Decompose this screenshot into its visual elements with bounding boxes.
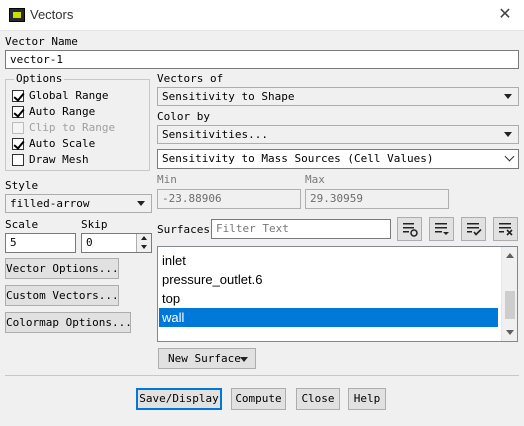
chevron-down-icon	[504, 151, 515, 162]
draw-mesh-checkbox[interactable]	[12, 154, 24, 166]
auto-scale-checkbox[interactable]	[12, 138, 24, 150]
app-icon	[9, 8, 25, 22]
style-dropdown[interactable]: filled-arrow	[5, 194, 152, 213]
window-title: Vectors	[30, 7, 74, 22]
custom-vectors-button[interactable]: Custom Vectors...	[5, 285, 119, 306]
new-surface-button[interactable]: New Surface	[158, 348, 256, 369]
max-field[interactable]: 29.30959	[305, 189, 449, 209]
list-clear-icon	[499, 223, 513, 236]
scale-input[interactable]: 5	[5, 233, 76, 253]
vector-options-button[interactable]: Vector Options...	[5, 258, 119, 279]
list-item-selected[interactable]: wall	[159, 308, 498, 327]
color-by-label: Color by	[157, 110, 210, 123]
list-dropdown-icon	[435, 223, 449, 235]
scroll-down-icon[interactable]	[506, 330, 514, 335]
scale-label: Scale	[5, 218, 39, 231]
color-by-field-value: Sensitivity to Mass Sources (Cell Values…	[162, 152, 434, 165]
colormap-options-button[interactable]: Colormap Options...	[5, 312, 132, 333]
separator	[5, 375, 519, 376]
help-button[interactable]: Help	[348, 388, 386, 410]
draw-mesh-label: Draw Mesh	[29, 153, 89, 166]
new-surface-label: New Surface	[168, 352, 241, 365]
scroll-up-icon[interactable]	[506, 253, 514, 258]
surfaces-filter-input[interactable]: Filter Text	[211, 219, 391, 239]
skip-label: Skip	[81, 218, 108, 231]
vectors-of-dropdown[interactable]: Sensitivity to Shape	[157, 87, 519, 106]
list-item[interactable]: pressure_outlet.6	[159, 270, 498, 289]
spin-down-icon	[141, 245, 147, 249]
dropdown-arrow-icon	[240, 357, 248, 362]
check-all-button[interactable]	[461, 217, 486, 241]
close-icon[interactable]: ✕	[494, 5, 516, 25]
surfaces-scrollbar[interactable]	[501, 247, 517, 341]
save-display-button[interactable]: Save/Display	[136, 388, 222, 410]
color-by-category-value: Sensitivities...	[162, 128, 268, 141]
style-label: Style	[5, 179, 39, 192]
select-all-button[interactable]	[397, 217, 422, 241]
dropdown-arrow-icon	[504, 94, 512, 99]
skip-value: 0	[86, 236, 93, 249]
scroll-thumb[interactable]	[505, 291, 515, 319]
color-by-field-dropdown[interactable]: Sensitivity to Mass Sources (Cell Values…	[157, 149, 519, 169]
global-range-label: Global Range	[29, 89, 109, 102]
vector-name-label: Vector Name	[5, 35, 78, 48]
clip-to-range-checkbox[interactable]	[12, 122, 24, 134]
global-range-checkbox[interactable]	[12, 90, 24, 102]
auto-range-label: Auto Range	[29, 105, 96, 118]
filter-menu-button[interactable]	[429, 217, 454, 241]
skip-spinner[interactable]	[136, 234, 151, 252]
vector-name-input[interactable]: vector-1	[5, 50, 519, 69]
auto-scale-label: Auto Scale	[29, 137, 96, 150]
surfaces-list[interactable]: inlet pressure_outlet.6 top wall	[157, 246, 518, 342]
title-bar	[0, 0, 524, 31]
dropdown-arrow-icon	[137, 201, 145, 206]
vectors-of-label: Vectors of	[157, 72, 224, 85]
options-legend: Options	[14, 72, 65, 85]
list-item[interactable]: top	[159, 289, 498, 308]
list-item[interactable]: inlet	[159, 251, 498, 270]
surfaces-label: Surfaces	[157, 223, 210, 236]
min-label: Min	[157, 173, 177, 186]
dropdown-arrow-icon	[504, 132, 512, 137]
auto-range-checkbox[interactable]	[12, 106, 24, 118]
spin-up-icon	[141, 236, 147, 240]
max-label: Max	[305, 173, 325, 186]
min-field[interactable]: -23.88906	[157, 189, 301, 209]
list-check-icon	[467, 223, 482, 236]
deselect-all-button[interactable]	[493, 217, 518, 241]
close-button[interactable]: Close	[296, 388, 340, 410]
color-by-category-dropdown[interactable]: Sensitivities...	[157, 125, 519, 144]
list-select-icon	[403, 223, 418, 237]
vectors-of-value: Sensitivity to Shape	[162, 90, 295, 103]
compute-button[interactable]: Compute	[231, 388, 286, 410]
style-value: filled-arrow	[10, 197, 90, 210]
clip-to-range-label: Clip to Range	[29, 121, 116, 134]
